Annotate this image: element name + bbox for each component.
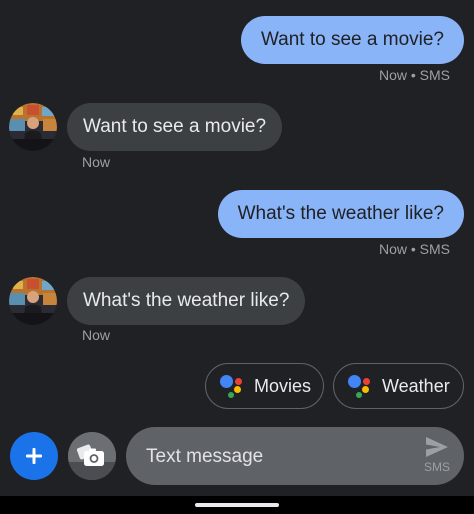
message-timestamp: Now bbox=[82, 154, 111, 170]
outgoing-message-bubble[interactable]: Want to see a movie? bbox=[240, 16, 464, 64]
gesture-handle[interactable] bbox=[195, 503, 279, 507]
text-message-input[interactable] bbox=[144, 445, 398, 469]
incoming-message-bubble[interactable]: Want to see a movie? bbox=[67, 103, 283, 151]
send-mode-label: SMS bbox=[423, 460, 450, 474]
outgoing-message-bubble[interactable]: What's the weather like? bbox=[217, 190, 464, 238]
google-assistant-icon bbox=[348, 373, 374, 399]
suggestion-chip-movies[interactable]: Movies bbox=[205, 363, 324, 409]
chip-label: Weather bbox=[382, 375, 450, 396]
incoming-message-bubble[interactable]: What's the weather like? bbox=[67, 277, 306, 325]
send-sms-button[interactable]: SMS bbox=[424, 436, 450, 474]
chip-label: Movies bbox=[254, 375, 312, 396]
add-attachment-button[interactable] bbox=[10, 432, 58, 480]
plus-icon bbox=[26, 448, 42, 464]
compose-field[interactable]: SMS bbox=[126, 427, 464, 485]
message-timestamp: Now bbox=[82, 327, 111, 343]
google-assistant-icon bbox=[220, 373, 246, 399]
navigation-bar bbox=[0, 496, 474, 514]
camera-icon bbox=[68, 432, 116, 480]
message-timestamp: Now • SMS bbox=[378, 67, 450, 83]
suggestion-chip-weather[interactable]: Weather bbox=[333, 363, 464, 409]
avatar[interactable] bbox=[9, 277, 57, 325]
send-icon bbox=[425, 437, 448, 457]
gallery-camera-button[interactable] bbox=[68, 432, 116, 480]
avatar[interactable] bbox=[9, 103, 57, 151]
message-timestamp: Now • SMS bbox=[378, 241, 450, 257]
